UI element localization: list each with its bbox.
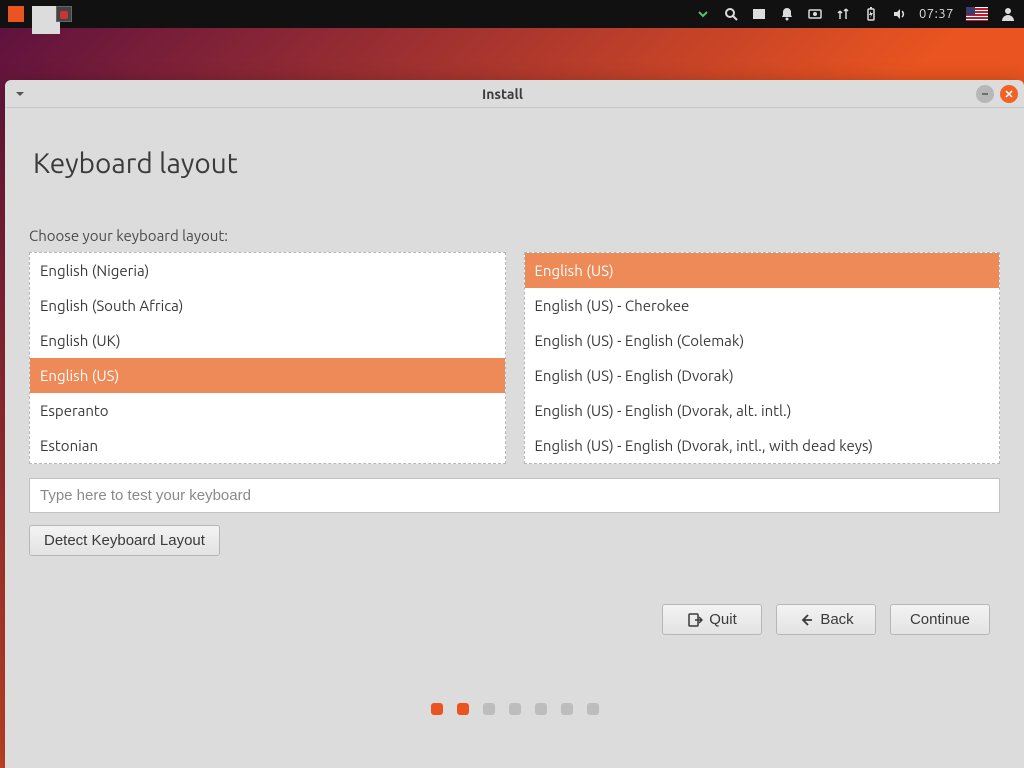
clock[interactable]: 07:37 (919, 7, 954, 21)
search-icon[interactable] (723, 6, 739, 22)
variant-row[interactable]: English (US) - English (Colemak) (525, 323, 1000, 358)
window-menu-dropdown-icon[interactable] (11, 85, 29, 103)
continue-button[interactable]: Continue (890, 604, 990, 635)
apps-grid-icon[interactable] (32, 6, 48, 22)
minimize-button[interactable] (976, 85, 994, 103)
progress-dot (431, 703, 443, 715)
system-top-panel: 07:37 (0, 0, 1024, 28)
progress-dots (29, 703, 1000, 715)
variant-row[interactable]: English (US) - English (Dvorak, alt. int… (525, 393, 1000, 428)
taskbar-app-icon[interactable] (56, 6, 72, 22)
battery-icon[interactable] (863, 6, 879, 22)
layout-row[interactable]: English (UK) (30, 323, 505, 358)
layout-row[interactable]: English (Nigeria) (30, 253, 505, 288)
workspace-icon[interactable] (751, 6, 767, 22)
continue-label: Continue (910, 611, 970, 628)
network-icon[interactable] (835, 6, 851, 22)
keyboard-variant-list[interactable]: English (US)English (US) - CherokeeEngli… (524, 252, 1001, 464)
variant-row[interactable]: English (US) - English (Dvorak) (525, 358, 1000, 393)
arrow-left-icon (798, 612, 814, 628)
quit-button[interactable]: Quit (662, 604, 762, 635)
detect-keyboard-label: Detect Keyboard Layout (44, 532, 205, 549)
progress-dot (587, 703, 599, 715)
variant-row[interactable]: English (US) - English (Dvorak, intl., w… (525, 428, 1000, 463)
launcher-icon[interactable] (8, 6, 24, 22)
keyboard-prompt-label: Choose your keyboard layout: (29, 227, 1000, 244)
layout-row[interactable]: English (US) (30, 358, 505, 393)
back-label: Back (820, 611, 853, 628)
dropdown-arrow-icon[interactable] (695, 6, 711, 22)
variant-row[interactable]: English (US) - Cherokee (525, 288, 1000, 323)
window-titlebar[interactable]: Install (5, 80, 1024, 108)
progress-dot (483, 703, 495, 715)
progress-dot (535, 703, 547, 715)
layout-row[interactable]: Esperanto (30, 393, 505, 428)
quit-icon (687, 612, 703, 628)
keyboard-test-input[interactable] (29, 478, 1000, 513)
user-icon[interactable] (1000, 6, 1016, 22)
installer-window: Install Keyboard layout Choose your keyb… (5, 80, 1024, 768)
layout-row[interactable]: English (South Africa) (30, 288, 505, 323)
back-button[interactable]: Back (776, 604, 876, 635)
keyboard-layout-list[interactable]: English (Nigeria)English (South Africa)E… (29, 252, 506, 464)
detect-keyboard-button[interactable]: Detect Keyboard Layout (29, 525, 220, 556)
keyboard-language-flag-icon[interactable] (966, 7, 988, 21)
volume-icon[interactable] (891, 6, 907, 22)
window-title: Install (29, 86, 976, 102)
camera-icon[interactable] (807, 6, 823, 22)
page-heading: Keyboard layout (33, 148, 1000, 179)
layout-row[interactable]: Estonian (30, 428, 505, 463)
progress-dot (561, 703, 573, 715)
quit-label: Quit (709, 611, 737, 628)
variant-row[interactable]: English (US) (525, 253, 1000, 288)
progress-dot (509, 703, 521, 715)
notifications-icon[interactable] (779, 6, 795, 22)
close-button[interactable] (1000, 85, 1018, 103)
progress-dot (457, 703, 469, 715)
